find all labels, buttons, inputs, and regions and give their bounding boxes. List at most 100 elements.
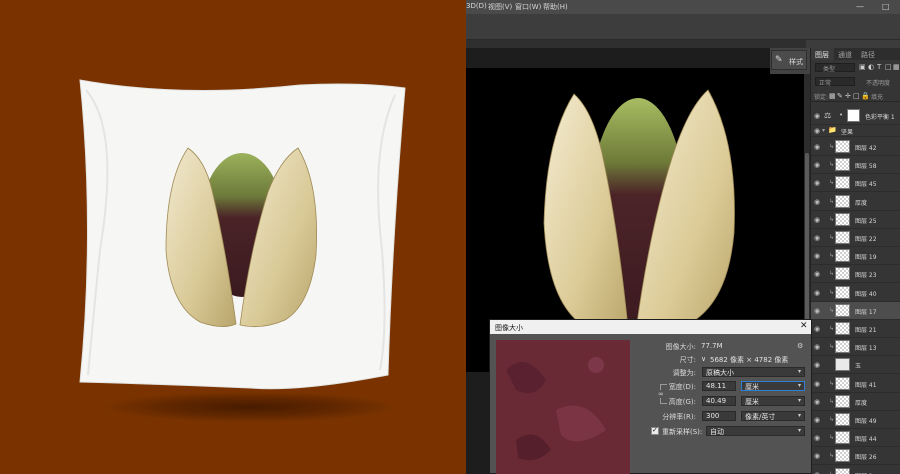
menu-view[interactable]: 视图(V)	[488, 2, 512, 12]
resolution-value: 300	[706, 412, 720, 420]
menu-window[interactable]: 窗口(W)	[515, 2, 541, 12]
layer-row[interactable]: ◉ ↳ 图层 22	[811, 229, 900, 247]
scrollbar-thumb[interactable]	[805, 153, 809, 323]
resolution-unit-select[interactable]: 像素/英寸 ▾	[741, 411, 805, 421]
width-value: 48.11	[706, 382, 727, 390]
layer-row[interactable]: ◉↳图层 1	[811, 466, 900, 474]
height-input[interactable]: 40.49	[702, 396, 736, 406]
layer-thumbnail	[835, 431, 850, 444]
style-label: 样式	[789, 58, 803, 66]
filter-type-icon[interactable]: T	[877, 63, 881, 71]
eye-icon[interactable]: ◉	[814, 127, 820, 135]
layer-row[interactable]: ◉ ↳ 图层 21	[811, 320, 900, 338]
dimensions-value: 5682 像素 × 4782 像素	[710, 356, 789, 364]
fit-to-select[interactable]: 原稿大小 ▾	[702, 367, 805, 377]
eye-icon[interactable]: ◉	[814, 398, 820, 406]
layer-row[interactable]: ◉ ↳ 图层 17	[811, 302, 900, 320]
layer-row[interactable]: ◉ ↳ 图层 13	[811, 338, 900, 356]
eye-icon[interactable]: ◉	[814, 198, 820, 206]
clipping-arrow-icon: ↳	[829, 198, 835, 205]
layer-thumbnail	[835, 195, 850, 208]
resolution-input[interactable]: 300	[702, 411, 736, 421]
blend-mode-select[interactable]: 正常	[815, 77, 855, 87]
filter-smart-icon[interactable]: ▦	[893, 63, 900, 71]
layer-row[interactable]: ◉ ↳ 图层 42	[811, 138, 900, 156]
eye-icon[interactable]: ◉	[814, 452, 820, 460]
filter-pixel-icon[interactable]: ▣	[859, 63, 866, 71]
minimize-button[interactable]: —	[856, 2, 864, 11]
adjustment-layer-row[interactable]: ◉ ⚖ • 色彩平衡 1	[811, 107, 900, 125]
resample-checkbox[interactable]: ✓	[651, 426, 659, 435]
height-unit: 厘米	[745, 398, 759, 406]
eye-icon[interactable]: ◉	[814, 234, 820, 242]
width-input[interactable]: 48.11	[702, 381, 736, 391]
eye-icon[interactable]: ◉	[814, 289, 820, 297]
layer-row[interactable]: ◉ ↳ 图层 45	[811, 174, 900, 192]
group-row[interactable]: ◉ ▾ 📁 坚果	[811, 125, 900, 137]
eye-icon[interactable]: ◉	[814, 252, 820, 260]
layer-row[interactable]: ◉ ↳ 图层 44	[811, 429, 900, 447]
lock-all-icon[interactable]: 🔒	[861, 92, 870, 100]
clipping-arrow-icon: ↳	[829, 143, 835, 150]
eye-icon[interactable]: ◉	[814, 179, 820, 187]
menu-help[interactable]: 帮助(H)	[543, 2, 568, 12]
layer-row[interactable]: ◉ ↳ 图层 41	[811, 375, 900, 393]
lock-artboard-icon[interactable]: □	[853, 92, 860, 100]
dimensions-label: 尺寸:	[679, 356, 696, 364]
layer-row[interactable]: ◉ ↳ 图层 40	[811, 284, 900, 302]
eye-icon[interactable]: ◉	[814, 325, 820, 333]
chevron-down-icon: ▾	[797, 397, 801, 404]
eye-icon[interactable]: ◉	[814, 361, 820, 369]
gear-icon[interactable]: ⚙	[797, 342, 803, 350]
tab-paths[interactable]: 路径	[861, 50, 875, 60]
eye-icon[interactable]: ◉	[814, 380, 820, 388]
eye-icon[interactable]: ◉	[814, 112, 820, 120]
eye-icon[interactable]: ◉	[814, 270, 820, 278]
layer-name: 图层 22	[855, 236, 877, 243]
tab-layers[interactable]: 图层	[815, 50, 829, 60]
layer-row[interactable]: ◉ ↳ 厚度	[811, 393, 900, 411]
layer-thumbnail	[835, 140, 850, 153]
layer-name: 色彩平衡 1	[865, 114, 895, 121]
layer-row[interactable]: ◉ 玉	[811, 356, 900, 374]
eye-icon[interactable]: ◉	[814, 307, 820, 315]
tab-channels[interactable]: 通道	[838, 50, 852, 60]
expand-arrow-icon[interactable]: ▾	[822, 127, 825, 134]
layer-row[interactable]: ◉ ↳ 图层 58	[811, 156, 900, 174]
menu-3d[interactable]: 3D(D)	[466, 2, 487, 10]
layer-row[interactable]: ◉ ↳ 图层 23	[811, 265, 900, 283]
layer-row[interactable]: ◉ ↳ 图层 49	[811, 411, 900, 429]
filter-shape-icon[interactable]: □	[885, 63, 892, 71]
layer-thumbnail	[835, 158, 850, 171]
dimensions-dropdown-icon[interactable]: ∨	[701, 355, 706, 363]
eye-icon[interactable]: ◉	[814, 434, 820, 442]
eye-icon[interactable]: ◉	[814, 143, 820, 151]
layer-row[interactable]: ◉ ↳ 厚度	[811, 193, 900, 211]
width-unit-select[interactable]: 厘米 ▾	[741, 381, 805, 391]
layer-name: 玉	[855, 363, 862, 370]
layer-row[interactable]: ◉ ↳ 图层 19	[811, 247, 900, 265]
fill-label: 填充	[871, 94, 884, 101]
maximize-button[interactable]: □	[882, 2, 890, 11]
close-icon[interactable]: ✕	[800, 321, 808, 331]
resample-select[interactable]: 自动 ▾	[706, 426, 805, 436]
height-unit-select[interactable]: 厘米 ▾	[741, 396, 805, 406]
lock-move-icon[interactable]: ✛	[845, 92, 851, 100]
layer-name: 图层 26	[855, 454, 877, 461]
eye-icon[interactable]: ◉	[814, 216, 820, 224]
lock-paint-icon[interactable]: ✎	[837, 92, 843, 100]
dialog-preview[interactable]	[496, 340, 630, 474]
style-panel-button[interactable]: ✎ 样式	[771, 50, 807, 70]
layer-row[interactable]: ◉ ↳ 图层 25	[811, 211, 900, 229]
layer-thumbnail	[835, 286, 850, 299]
layers-panel: 图层 通道 路径 类型 ▣ ◐ T □ ▦ 正常 不透明度 锁定: ▦ ✎ ✛ …	[810, 48, 900, 474]
layer-thumbnail	[835, 249, 850, 262]
layer-row[interactable]: ◉ ↳ 图层 26	[811, 447, 900, 465]
lock-transparency-icon[interactable]: ▦	[829, 92, 836, 100]
layer-mask-thumbnail	[847, 109, 860, 122]
layer-filter-select[interactable]: 类型	[815, 63, 855, 73]
eye-icon[interactable]: ◉	[814, 416, 820, 424]
filter-adjust-icon[interactable]: ◐	[868, 63, 874, 71]
eye-icon[interactable]: ◉	[814, 161, 820, 169]
eye-icon[interactable]: ◉	[814, 343, 820, 351]
